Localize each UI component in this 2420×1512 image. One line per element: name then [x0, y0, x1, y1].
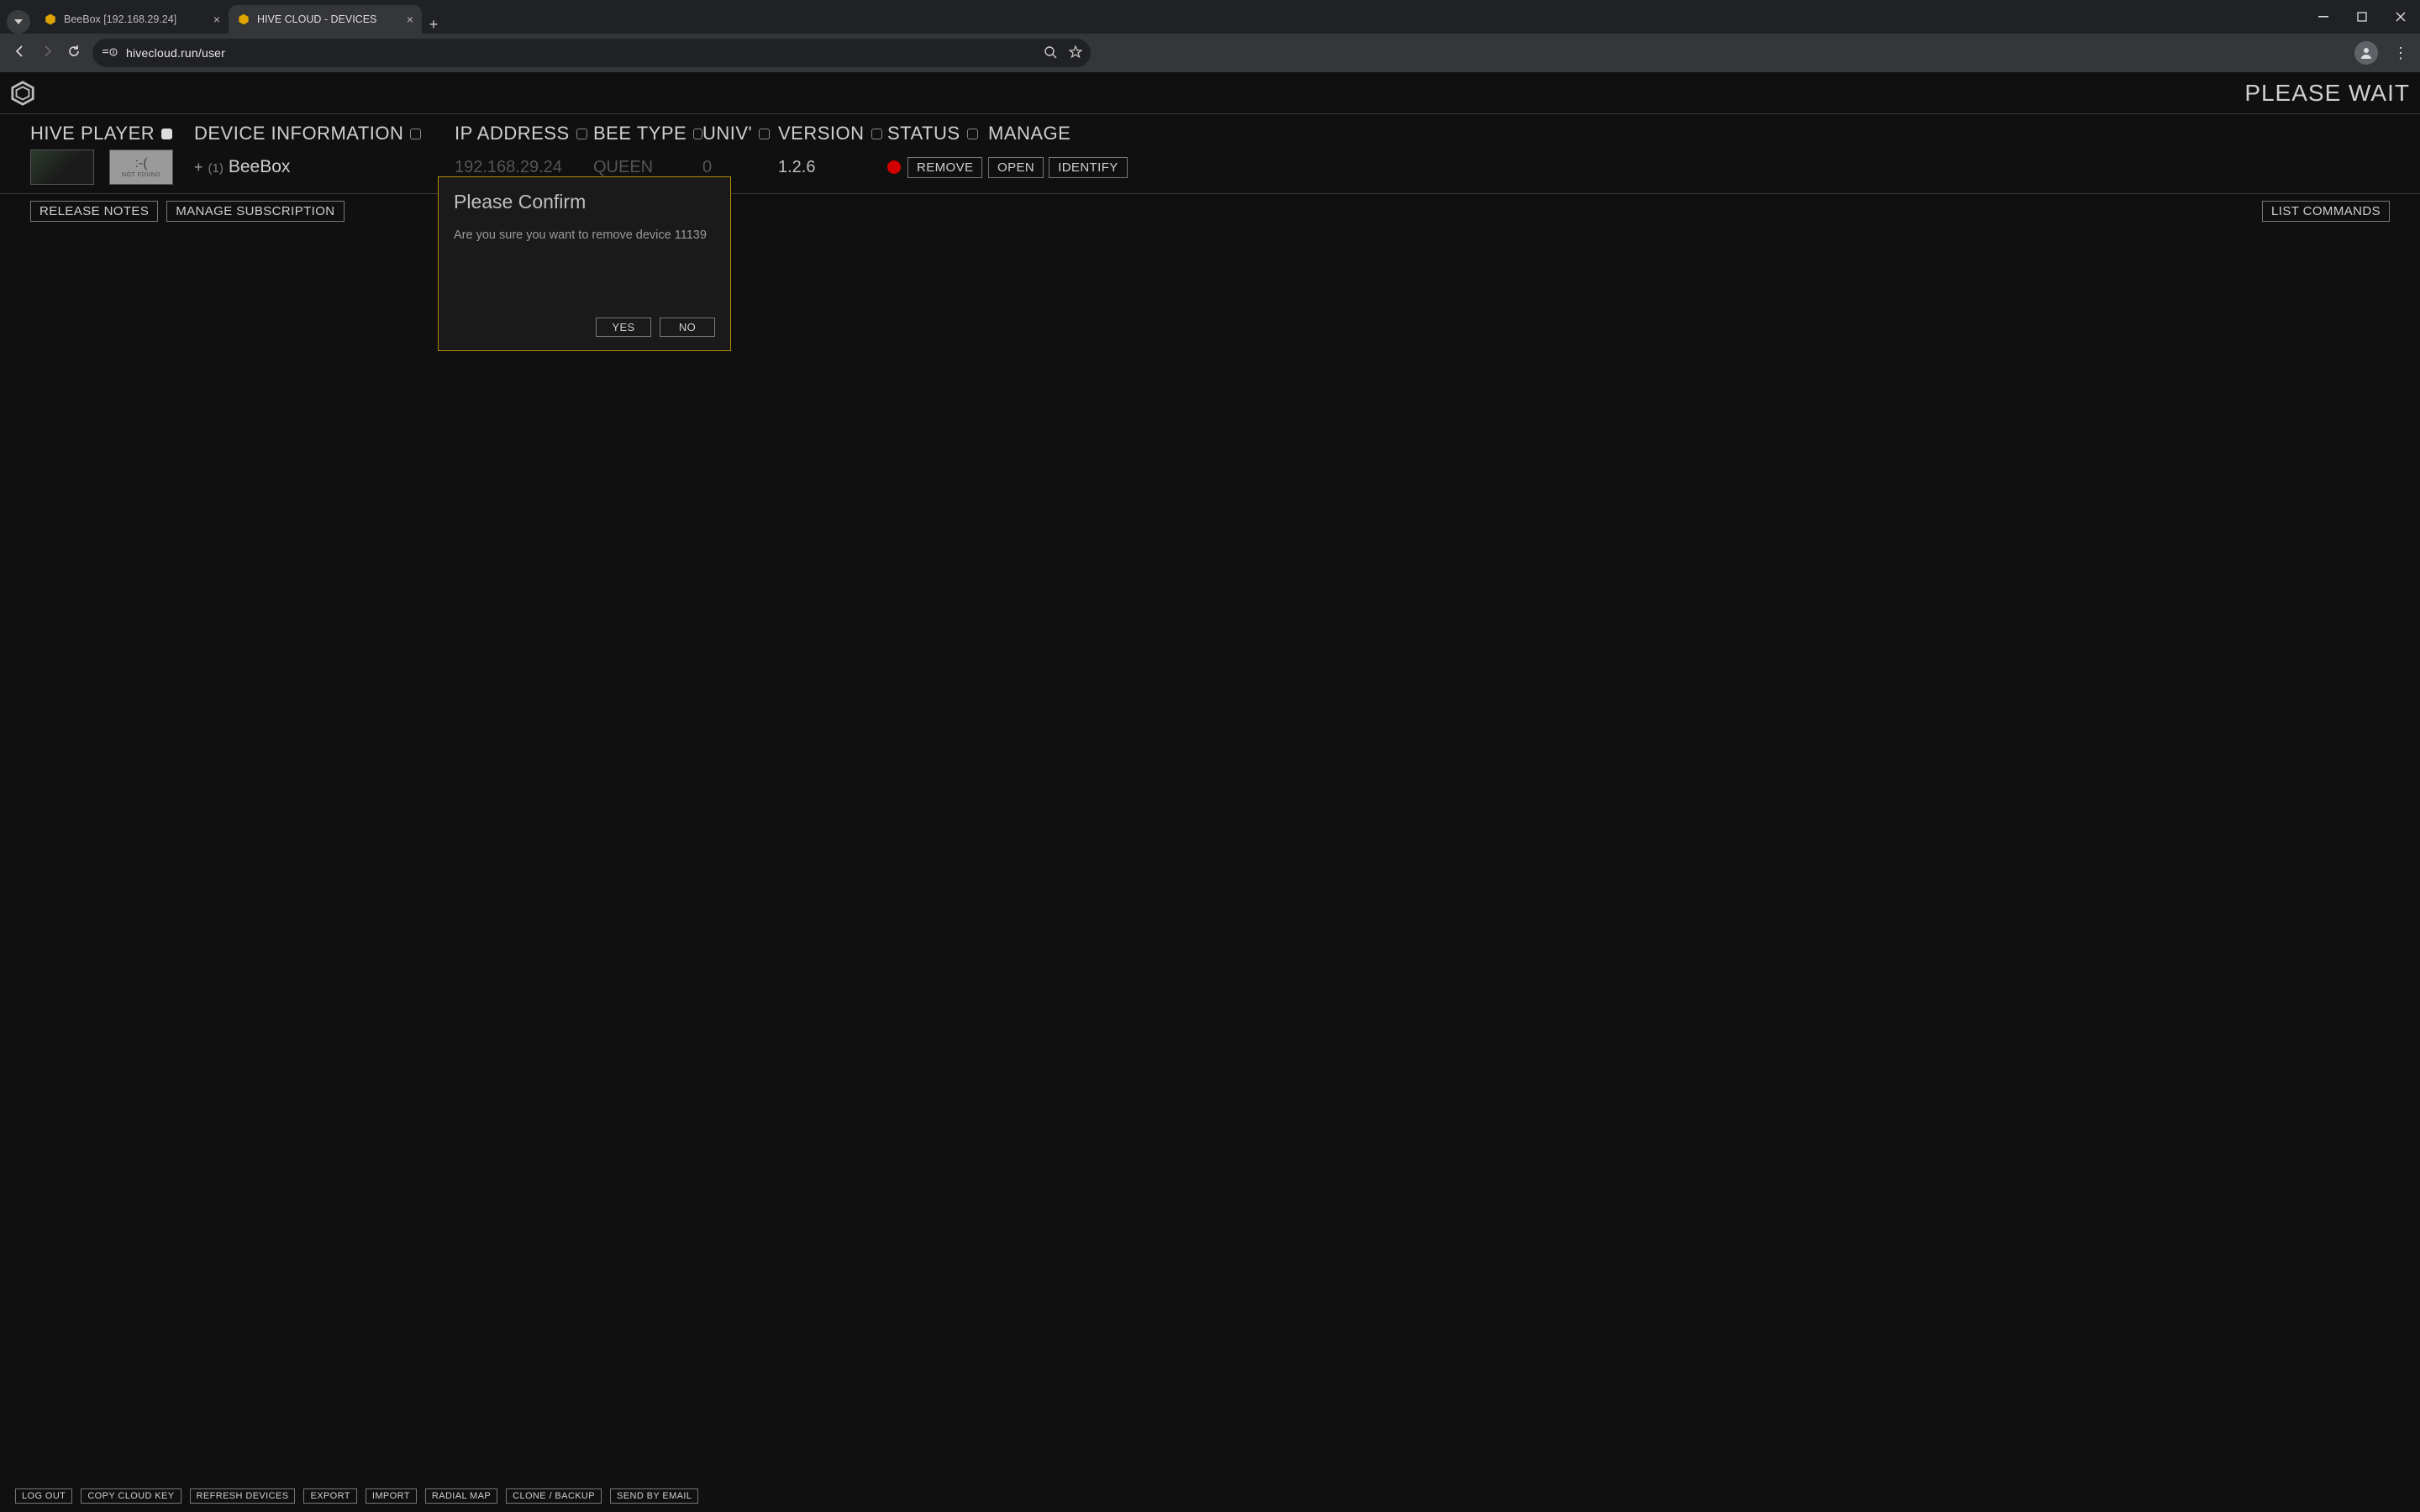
new-tab-button[interactable]: +	[422, 16, 445, 34]
close-icon[interactable]: ×	[213, 13, 220, 26]
site-info-icon[interactable]	[103, 46, 118, 60]
identify-button[interactable]: IDENTIFY	[1049, 157, 1128, 178]
sad-face-icon: :-(	[134, 157, 147, 171]
refresh-devices-button[interactable]: REFRESH DEVICES	[190, 1488, 296, 1504]
address-bar[interactable]: hivecloud.run/user	[92, 39, 1091, 67]
checkbox-icon[interactable]	[576, 129, 587, 139]
browser-tab-title: HIVE CLOUD - DEVICES	[257, 13, 376, 25]
device-name: BeeBox	[229, 157, 291, 177]
clone-backup-button[interactable]: CLONE / BACKUP	[506, 1488, 602, 1504]
export-button[interactable]: EXPORT	[303, 1488, 356, 1504]
dialog-message: Are you sure you want to remove device 1…	[454, 228, 715, 242]
checkbox-icon[interactable]	[161, 129, 172, 139]
status-indicator-icon	[887, 160, 901, 174]
col-status: STATUS	[887, 123, 988, 144]
col-version: VERSION	[778, 123, 887, 144]
device-version: 1.2.6	[778, 158, 887, 177]
device-univ: 0	[702, 158, 778, 177]
import-button[interactable]: IMPORT	[366, 1488, 417, 1504]
window-maximize-button[interactable]	[2343, 0, 2381, 34]
confirm-yes-button[interactable]: YES	[596, 318, 651, 337]
confirm-dialog: Please Confirm Are you sure you want to …	[438, 176, 731, 351]
page-status-text: PLEASE WAIT	[2244, 80, 2410, 107]
reload-icon[interactable]	[66, 45, 82, 62]
remove-button[interactable]: REMOVE	[908, 157, 982, 178]
send-by-email-button[interactable]: SEND BY EMAIL	[610, 1488, 698, 1504]
copy-cloud-key-button[interactable]: COPY CLOUD KEY	[81, 1488, 181, 1504]
col-manage: MANAGE	[988, 123, 1139, 144]
checkbox-icon[interactable]	[759, 129, 770, 139]
checkbox-icon[interactable]	[693, 129, 702, 139]
device-bee-type: QUEEN	[593, 158, 702, 177]
col-hive-player: HIVE PLAYER	[30, 123, 194, 144]
col-device-info: DEVICE INFORMATION	[194, 123, 455, 144]
release-notes-button[interactable]: RELEASE NOTES	[30, 201, 158, 222]
brand-logo-icon	[10, 81, 35, 106]
dialog-title: Please Confirm	[454, 191, 715, 213]
device-count: (1)	[208, 161, 224, 176]
device-row: :-( NOT FOUND + (1) BeeBox 192.168.29.24…	[0, 144, 2420, 194]
tab-search-dropdown[interactable]	[7, 10, 30, 34]
checkbox-icon[interactable]	[871, 129, 882, 139]
back-icon[interactable]	[12, 45, 29, 62]
radial-map-button[interactable]: RADIAL MAP	[425, 1488, 497, 1504]
bookmark-icon[interactable]	[1069, 45, 1082, 61]
checkbox-icon[interactable]	[410, 129, 421, 139]
browser-tab-title: BeeBox [192.168.29.24]	[64, 13, 176, 25]
browser-tab-0[interactable]: BeeBox [192.168.29.24] ×	[35, 5, 229, 34]
open-button[interactable]: OPEN	[988, 157, 1044, 178]
col-bee-type: BEE TYPE	[593, 123, 702, 144]
forward-icon	[39, 45, 55, 62]
checkbox-icon[interactable]	[967, 129, 978, 139]
url-text: hivecloud.run/user	[126, 46, 225, 60]
expand-icon[interactable]: +	[194, 159, 203, 176]
hive-favicon-icon	[44, 13, 57, 26]
col-ip: IP ADDRESS	[455, 123, 593, 144]
col-univ: UNIV'	[702, 123, 778, 144]
profile-icon[interactable]	[2354, 41, 2378, 65]
close-icon[interactable]: ×	[407, 13, 413, 26]
list-commands-button[interactable]: LIST COMMANDS	[2262, 201, 2390, 222]
device-name-cell[interactable]: + (1) BeeBox	[194, 157, 455, 177]
hive-favicon-icon	[237, 13, 250, 26]
device-thumbnail[interactable]	[30, 150, 94, 185]
browser-tab-1[interactable]: HIVE CLOUD - DEVICES ×	[229, 5, 422, 34]
browser-menu-icon[interactable]: ⋮	[2393, 45, 2408, 62]
window-close-button[interactable]	[2381, 0, 2420, 34]
zoom-icon[interactable]	[1044, 45, 1057, 61]
confirm-no-button[interactable]: NO	[660, 318, 715, 337]
manage-subscription-button[interactable]: MANAGE SUBSCRIPTION	[166, 201, 344, 222]
window-minimize-button[interactable]	[2304, 0, 2343, 34]
device-thumbnail-missing[interactable]: :-( NOT FOUND	[109, 150, 173, 185]
log-out-button[interactable]: LOG OUT	[15, 1488, 72, 1504]
device-ip: 192.168.29.24	[455, 158, 593, 177]
not-found-label: NOT FOUND	[122, 172, 160, 178]
